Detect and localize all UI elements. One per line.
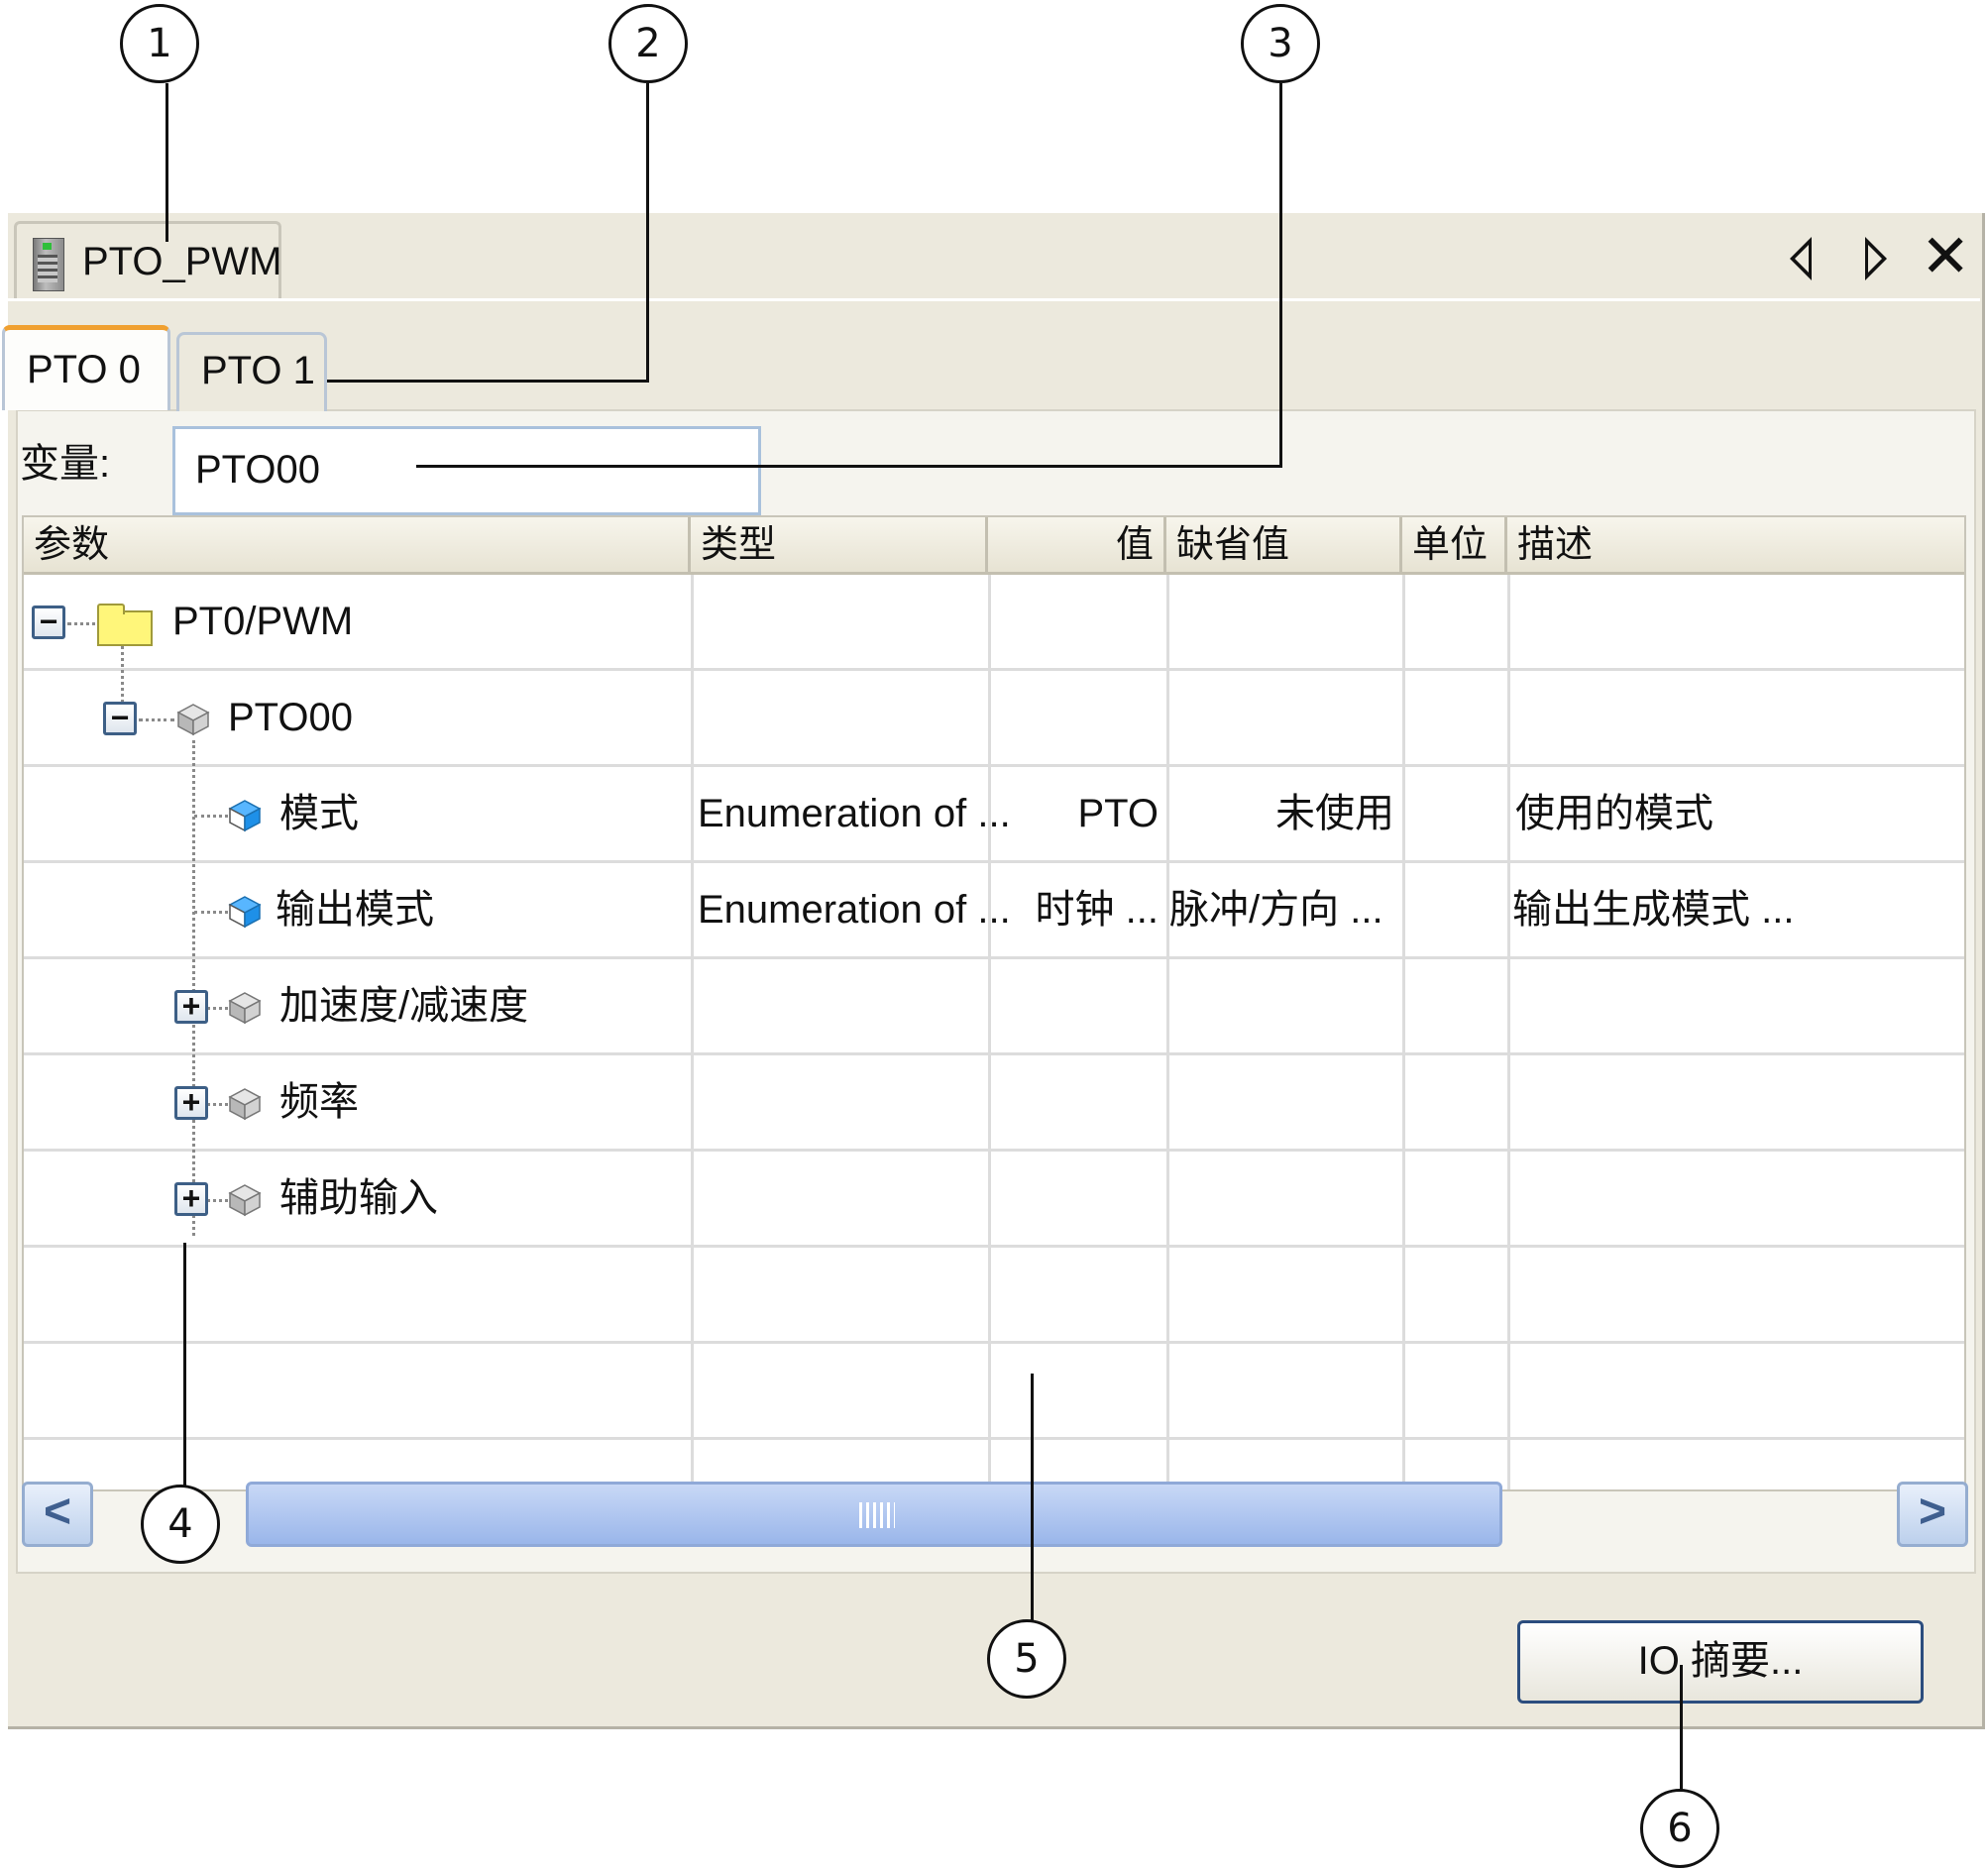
row-name: 模式 [279, 792, 359, 835]
triangle-left-icon[interactable] [1790, 237, 1812, 280]
row-name: PT0/PWM [172, 600, 354, 643]
window-tab-label: PTO_PWM [82, 240, 282, 283]
io-summary-button[interactable]: IO 摘要... [1517, 1620, 1924, 1704]
row-description: 输出生成模式 ... [1512, 888, 1795, 932]
tab-pto-0[interactable]: PTO 0 [2, 325, 170, 410]
row-name: 输出模式 [276, 888, 434, 932]
config-window: PTO_PWM ✕ PTO 0 PTO 1 变量: PTO00 参数 类型 值 … [2, 213, 1985, 1729]
table-row-empty [24, 1248, 1964, 1344]
column-header-default[interactable]: 缺省值 [1166, 517, 1402, 575]
callout-3: 3 [1241, 4, 1320, 83]
row-name: 加速度/减速度 [279, 984, 529, 1028]
row-value[interactable]: PTO [988, 767, 1159, 860]
grip-icon [859, 1502, 895, 1528]
table-row[interactable]: PT0/PWM [24, 575, 1964, 671]
parameter-group-icon [228, 1184, 262, 1217]
expand-icon[interactable]: + [174, 1086, 208, 1120]
scroll-left-button[interactable]: < [22, 1482, 93, 1547]
parameter-grid: 参数 类型 值 缺省值 单位 描述 PT0/PWM PTO00 模式 Enume… [22, 515, 1966, 1491]
table-row[interactable]: PTO00 [24, 671, 1964, 767]
callout-2-leader-h [327, 380, 649, 383]
callout-4: 4 [141, 1485, 220, 1564]
row-type: Enumeration of ... [698, 792, 1011, 835]
table-row-empty [24, 1344, 1964, 1440]
parameter-group-icon [228, 992, 262, 1025]
tree-connector [139, 718, 174, 721]
variable-input[interactable]: PTO00 [172, 426, 761, 515]
table-row[interactable]: 输出模式 Enumeration of ... 时钟 ... 脉冲/方向 ...… [24, 863, 1964, 959]
title-separator [8, 298, 1980, 301]
tab-pto-1[interactable]: PTO 1 [176, 332, 327, 411]
row-description: 使用的模式 [1515, 792, 1713, 835]
callout-5: 5 [987, 1619, 1066, 1699]
callout-3-leader-h [416, 465, 1282, 468]
table-row[interactable]: 辅助输入 [24, 1152, 1964, 1248]
column-header-description[interactable]: 描述 [1507, 517, 1964, 575]
callout-3-leader-v [1279, 83, 1282, 468]
plc-module-icon [33, 238, 64, 291]
folder-icon [97, 604, 153, 646]
parameter-group-icon [176, 704, 210, 736]
row-type: Enumeration of ... [698, 888, 1011, 932]
table-row[interactable]: 模式 Enumeration of ... PTO 未使用 使用的模式 [24, 767, 1964, 863]
expand-icon[interactable]: + [174, 990, 208, 1024]
table-row[interactable]: 加速度/减速度 [24, 959, 1964, 1055]
row-name: 频率 [279, 1080, 359, 1124]
row-value[interactable]: 时钟 ... [988, 863, 1159, 956]
callout-6-leader [1680, 1665, 1683, 1792]
callout-6: 6 [1640, 1789, 1719, 1868]
callout-1-leader [166, 83, 168, 242]
grid-header: 参数 类型 值 缺省值 单位 描述 [24, 517, 1964, 577]
column-header-parameter[interactable]: 参数 [24, 517, 691, 575]
row-default: 脉冲/方向 ... [1169, 888, 1383, 932]
callout-2-leader-v [646, 83, 649, 383]
column-header-value[interactable]: 值 [988, 517, 1166, 575]
parameter-group-icon [228, 1088, 262, 1121]
collapse-icon[interactable]: − [103, 702, 137, 735]
column-header-unit[interactable]: 单位 [1402, 517, 1507, 575]
scroll-right-button[interactable]: > [1897, 1482, 1968, 1547]
collapse-icon[interactable]: − [32, 606, 65, 639]
row-name: 辅助输入 [279, 1176, 438, 1220]
row-name: PTO00 [228, 696, 353, 739]
column-header-type[interactable]: 类型 [691, 517, 988, 575]
callout-1: 1 [120, 4, 199, 83]
table-row[interactable]: 频率 [24, 1055, 1964, 1152]
callout-4-leader [183, 1243, 186, 1487]
triangle-right-icon[interactable] [1865, 237, 1887, 280]
parameter-icon [228, 800, 262, 832]
expand-icon[interactable]: + [174, 1182, 208, 1216]
close-x-icon[interactable]: ✕ [1921, 227, 1970, 286]
callout-5-leader [1031, 1374, 1034, 1621]
callout-2: 2 [608, 4, 688, 83]
row-default: 未使用 [1275, 792, 1394, 835]
horizontal-scroll-thumb[interactable] [246, 1482, 1502, 1547]
parameter-icon [228, 896, 262, 929]
variable-label: 变量: [20, 442, 111, 486]
window-tab-pto-pwm[interactable]: PTO_PWM [14, 221, 282, 298]
